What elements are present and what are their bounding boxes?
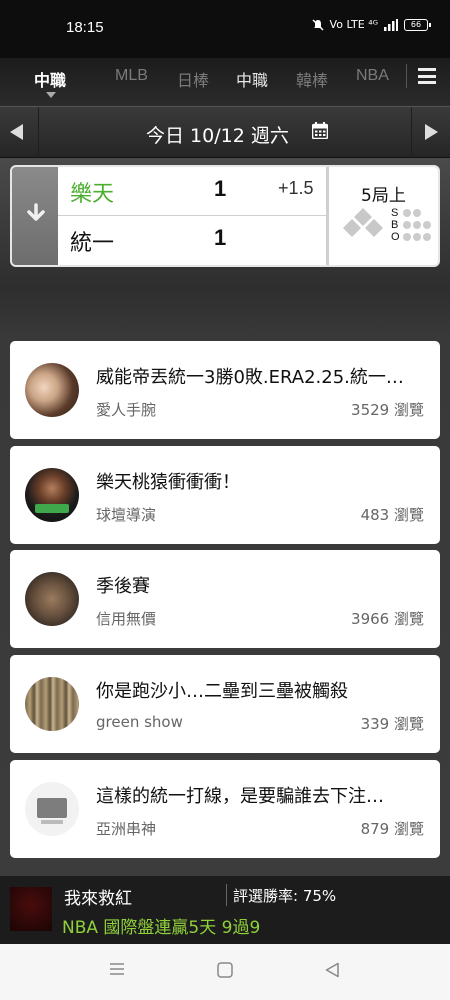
- out-dot: [413, 233, 421, 241]
- status-time: 18:15: [66, 19, 104, 36]
- post-author: 愛人手腕: [96, 401, 157, 419]
- previous-day-icon[interactable]: [10, 124, 23, 140]
- arrow-down-icon: [27, 203, 45, 221]
- post-card[interactable]: 威能帝丟統一3勝0敗.ERA2.25.統一… 愛人手腕 3529 瀏覽: [10, 341, 440, 439]
- promo-name: 我來救紅: [64, 889, 132, 909]
- post-views: 879 瀏覽: [360, 820, 424, 838]
- inning-label: 5局上: [361, 186, 406, 206]
- menu-icon[interactable]: [418, 68, 436, 84]
- promo-win-rate: 評選勝率: 75%: [233, 887, 337, 905]
- post-author: 亞洲串神: [96, 820, 157, 838]
- promo-divider: [226, 884, 227, 906]
- status-icons: Vo LTE ⁴ᴳ 66: [312, 18, 431, 31]
- away-team-score: 1: [214, 225, 227, 250]
- tab-mlb[interactable]: MLB: [115, 67, 148, 85]
- out-dot: [423, 233, 431, 241]
- promo-record: NBA 國際盤連贏5天 9過9: [62, 918, 261, 938]
- score-rows: 樂天 1 +1.5 統一 1: [58, 167, 326, 265]
- home-icon[interactable]: [217, 962, 233, 978]
- away-team-row: 統一 1: [58, 216, 326, 265]
- battery-icon: 66: [404, 18, 431, 31]
- avatar: [25, 782, 79, 836]
- post-card[interactable]: 季後賽 信用無價 3966 瀏覽: [10, 550, 440, 648]
- ball-dot: [413, 221, 421, 229]
- recent-apps-icon[interactable]: [109, 962, 125, 976]
- promo-avatar: [10, 887, 52, 931]
- post-card[interactable]: 這樣的統一打線，是要騙誰去下注… 亞洲串神 879 瀏覽: [10, 760, 440, 858]
- avatar: [25, 677, 79, 731]
- date-divider-left: [38, 107, 39, 159]
- tab-divider: [406, 64, 407, 88]
- post-views: 339 瀏覽: [360, 715, 424, 733]
- post-card[interactable]: 你是跑沙小…二壘到三壘被觸殺 green show 339 瀏覽: [10, 655, 440, 753]
- out-dot: [403, 233, 411, 241]
- post-author: 球壇導演: [96, 506, 157, 524]
- post-views: 483 瀏覽: [360, 506, 424, 524]
- post-title: 威能帝丟統一3勝0敗.ERA2.25.統一…: [96, 367, 404, 388]
- status-bar: 18:15 Vo LTE ⁴ᴳ 66: [0, 0, 450, 58]
- post-views: 3966 瀏覽: [351, 610, 424, 628]
- ball-dot: [423, 221, 431, 229]
- signal-icon: [384, 18, 398, 31]
- calendar-icon[interactable]: [312, 122, 328, 139]
- sbo-indicator: S B O: [391, 207, 433, 243]
- network-indicator: Vo LTE ⁴ᴳ: [329, 18, 378, 31]
- game-state: 5局上 S B O: [328, 167, 438, 265]
- strike-dot: [413, 209, 421, 217]
- mute-icon: [312, 19, 324, 30]
- promo-bar[interactable]: 我來救紅 評選勝率: 75% NBA 國際盤連贏5天 9過9: [0, 876, 450, 944]
- post-author: green show: [96, 713, 183, 731]
- away-team-name: 統一: [70, 231, 115, 256]
- avatar: [25, 468, 79, 522]
- home-team-name: 樂天: [70, 182, 115, 207]
- home-team-row: 樂天 1 +1.5: [58, 167, 326, 216]
- post-card[interactable]: 樂天桃猿衝衝衝！ 球壇導演 483 瀏覽: [10, 446, 440, 544]
- home-team-score: 1: [214, 176, 227, 201]
- expand-toggle[interactable]: [12, 167, 58, 265]
- post-author: 信用無價: [96, 610, 157, 628]
- back-icon[interactable]: [325, 962, 340, 978]
- bases-diamond-icon: [343, 208, 383, 237]
- spread-value: +1.5: [278, 178, 314, 198]
- post-views: 3529 瀏覽: [351, 401, 424, 419]
- next-day-icon[interactable]: [425, 124, 438, 140]
- ball-label: B: [391, 219, 399, 231]
- date-bar: 今日 10/12 週六: [0, 106, 450, 159]
- post-title: 季後賽: [96, 576, 150, 597]
- tab-npb[interactable]: 日棒: [177, 67, 209, 91]
- date-label[interactable]: 今日 10/12 週六: [146, 121, 289, 148]
- tab-nba[interactable]: NBA: [356, 67, 389, 85]
- date-divider-right: [411, 107, 412, 159]
- strike-dot: [403, 209, 411, 217]
- tab-cpbl[interactable]: 中職: [236, 67, 268, 91]
- post-title: 樂天桃猿衝衝衝！: [96, 472, 240, 493]
- caret-down-icon: [46, 92, 56, 98]
- avatar: [25, 572, 79, 626]
- league-tabs: 中職 MLB 日棒 中職 韓棒 NBA: [0, 58, 450, 106]
- game-score-card[interactable]: 樂天 1 +1.5 統一 1 5局上 S B O: [10, 165, 440, 267]
- post-title: 你是跑沙小…二壘到三壘被觸殺: [96, 681, 348, 702]
- out-label: O: [391, 231, 400, 243]
- ball-dot: [403, 221, 411, 229]
- strike-label: S: [391, 207, 399, 219]
- system-nav-bar: [0, 944, 450, 1000]
- tab-kbo[interactable]: 韓棒: [296, 67, 328, 91]
- post-title: 這樣的統一打線，是要騙誰去下注…: [96, 786, 384, 807]
- tab-cpbl-home[interactable]: 中職: [34, 67, 66, 91]
- avatar: [25, 363, 79, 417]
